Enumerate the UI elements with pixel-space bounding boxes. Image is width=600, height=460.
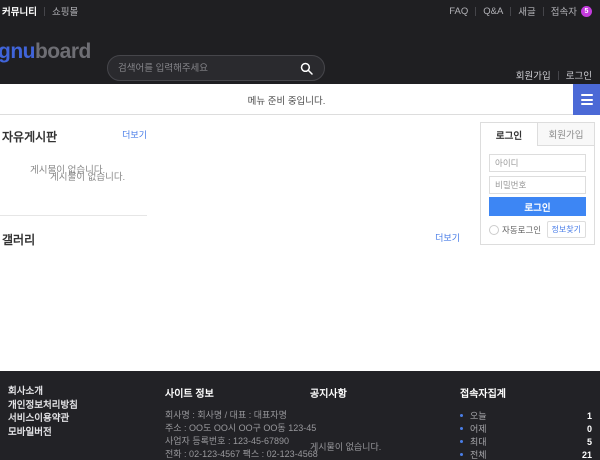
search-bar: [107, 55, 325, 81]
member-links: 회원가입 로그인: [516, 68, 592, 82]
bullet-icon: [460, 440, 463, 443]
find-info-link[interactable]: 정보찾기: [547, 221, 586, 238]
auto-login-checkbox[interactable]: [489, 225, 499, 235]
footer-link-terms[interactable]: 서비스이용약관: [8, 412, 158, 426]
stat-label-max: 최대: [470, 435, 587, 448]
stat-value-max: 5: [587, 437, 592, 447]
bullet-icon: [460, 427, 463, 430]
gallery-title: 갤러리: [0, 231, 35, 248]
stat-label-yesterday: 어제: [470, 422, 587, 435]
login-submit-button[interactable]: 로그인: [489, 197, 586, 216]
search-input[interactable]: [118, 63, 298, 74]
free-board-section: 자유게시판 더보기: [0, 128, 147, 145]
login-id-field[interactable]: [489, 154, 586, 172]
visitor-stat-row: 어제 0: [460, 422, 592, 435]
stat-value-yesterday: 0: [587, 424, 592, 434]
site-info-line: 주소 : OO도 OO시 OO구 OO동 123-45: [165, 422, 305, 435]
divider: [44, 7, 45, 16]
gallery-empty-message: 게시물이 없습니다.: [30, 162, 105, 176]
nav-visitors[interactable]: 접속자: [551, 4, 577, 18]
stat-label-today: 오늘: [470, 409, 587, 422]
site-info-title: 사이트 정보: [165, 385, 305, 400]
footer-notice-column: 공지사항 게시물이 없습니다.: [310, 385, 450, 453]
footer-visitor-stats-column: 접속자집계 오늘 1 어제 0 최대 5 전체 21: [460, 385, 592, 460]
visitor-stats-title: 접속자집계: [460, 385, 592, 400]
signup-link[interactable]: 회원가입: [516, 68, 551, 82]
topbar-right-group: FAQ Q&A 새글 접속자 5: [449, 4, 592, 18]
visitor-stat-row: 전체 21: [460, 448, 592, 460]
menu-bar: 메뉴 준비 중입니다.: [0, 84, 600, 115]
nav-shop[interactable]: 쇼핑몰: [52, 4, 78, 18]
hamburger-menu-button[interactable]: [573, 84, 600, 115]
site-info-line: 회사명 : 회사명 / 대표 : 대표자명: [165, 409, 305, 422]
site-info-line: 전화 : 02-123-4567 팩스 : 02-123-4568: [165, 448, 305, 460]
search-button[interactable]: [298, 60, 314, 76]
stat-value-total: 21: [582, 450, 592, 460]
auto-login-checkbox-wrap[interactable]: 자동로그인: [489, 224, 541, 236]
visitor-stat-row: 오늘 1: [460, 409, 592, 422]
site-footer: 회사소개 개인정보처리방침 서비스이용약관 모바일버전 사이트 정보 회사명 :…: [0, 371, 600, 460]
stat-label-total: 전체: [470, 448, 582, 460]
search-icon: [300, 62, 313, 75]
nav-qna[interactable]: Q&A: [483, 6, 503, 17]
footer-link-company[interactable]: 회사소개: [8, 385, 158, 399]
top-utility-bar: 커뮤니티 쇼핑몰 FAQ Q&A 새글 접속자 5: [0, 0, 600, 22]
footer-site-info-column: 사이트 정보 회사명 : 회사명 / 대표 : 대표자명 주소 : OO도 OO…: [165, 385, 305, 460]
nav-faq[interactable]: FAQ: [449, 6, 468, 17]
visitor-stat-row: 최대 5: [460, 435, 592, 448]
login-password-field[interactable]: [489, 176, 586, 194]
auto-login-label: 자동로그인: [502, 224, 541, 236]
login-widget-tabs: 로그인 회원가입: [481, 123, 594, 146]
gallery-section: 갤러리 더보기: [0, 231, 460, 248]
topbar-left-group: 커뮤니티 쇼핑몰: [2, 4, 78, 18]
notice-empty-message: 게시물이 없습니다.: [310, 440, 450, 453]
page: 커뮤니티 쇼핑몰 FAQ Q&A 새글 접속자 5 gnuboard: [0, 0, 600, 460]
bullet-icon: [460, 453, 463, 456]
free-board-more-link[interactable]: 더보기: [122, 128, 147, 141]
menu-placeholder-text: 메뉴 준비 중입니다.: [0, 84, 573, 115]
nav-community[interactable]: 커뮤니티: [2, 4, 37, 18]
tab-login[interactable]: 로그인: [481, 123, 538, 146]
free-board-title: 자유게시판: [0, 128, 57, 145]
footer-links-column: 회사소개 개인정보처리방침 서비스이용약관 모바일버전: [8, 385, 158, 439]
site-header: gnuboard 회원가입 로그인: [0, 22, 600, 84]
site-logo[interactable]: gnuboard: [0, 40, 91, 64]
gallery-more-link[interactable]: 더보기: [435, 231, 460, 244]
footer-link-mobile[interactable]: 모바일버전: [8, 426, 158, 440]
logo-text-gnu: gnu: [0, 40, 35, 63]
visitor-count-badge: 5: [581, 6, 592, 17]
stat-value-today: 1: [587, 411, 592, 421]
login-link[interactable]: 로그인: [566, 68, 592, 82]
bullet-icon: [460, 414, 463, 417]
logo-text-board: board: [35, 40, 91, 63]
divider: [558, 71, 559, 80]
footer-link-privacy[interactable]: 개인정보처리방침: [8, 399, 158, 413]
notice-title: 공지사항: [310, 385, 450, 400]
divider: [475, 7, 476, 16]
divider: [510, 7, 511, 16]
main-content: 자유게시판 더보기 게시물이 없습니다. 갤러리 더보기 게시물이 없습니다. …: [0, 115, 600, 371]
site-info-line: 사업자 등록번호 : 123-45-67890: [165, 435, 305, 448]
nav-new-posts[interactable]: 새글: [518, 4, 535, 18]
login-widget: 로그인 회원가입 로그인 자동로그인 정보찾기: [480, 122, 595, 245]
divider: [543, 7, 544, 16]
section-divider: [0, 215, 147, 216]
tab-signup[interactable]: 회원가입: [538, 123, 594, 146]
